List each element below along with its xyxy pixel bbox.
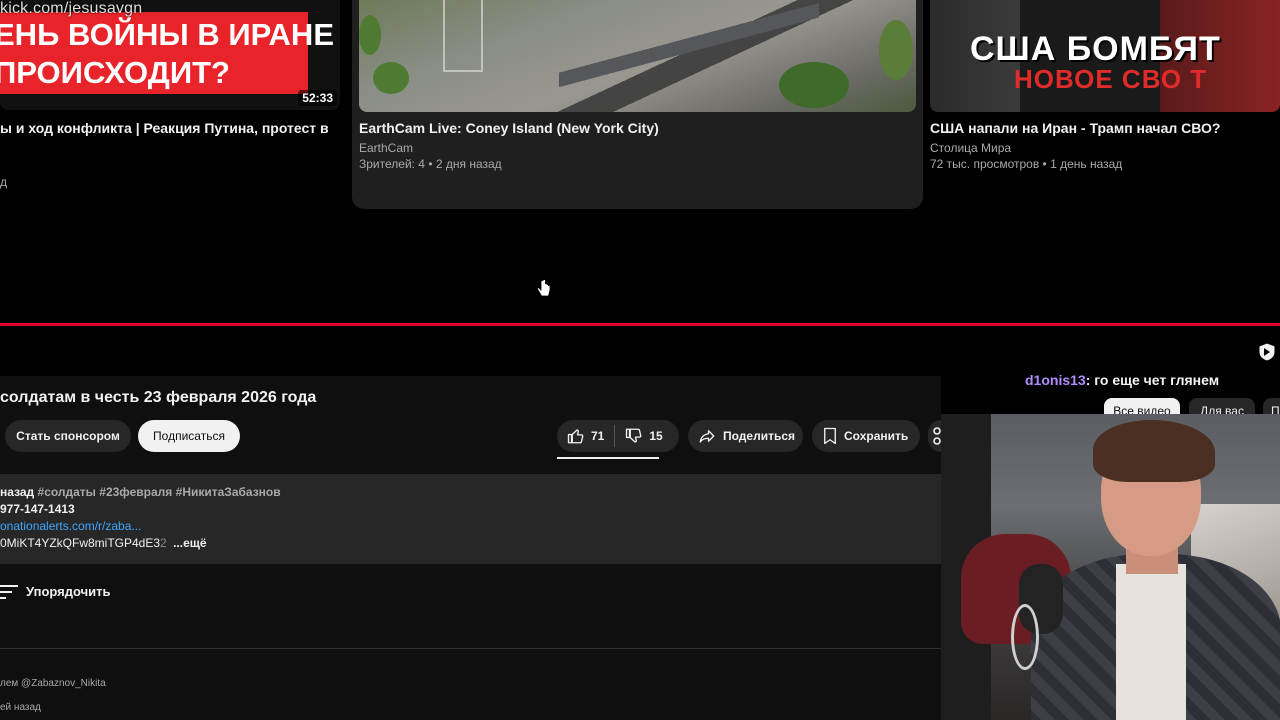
thumbnail-text: НОВОЕ СВО Т <box>1014 64 1208 94</box>
channel-name-3[interactable]: Столица Мира <box>930 141 1011 155</box>
shield-icon <box>1258 342 1276 362</box>
sort-icon <box>0 584 18 599</box>
video-title-1[interactable]: ы и ход конфликта | Реакция Путина, прот… <box>0 120 329 136</box>
video-duration-badge: 52:33 <box>298 90 337 106</box>
like-count: 71 <box>591 429 605 443</box>
hashtags[interactable]: #солдаты #23февраля #НикитаЗабазнов <box>38 485 281 499</box>
video-meta-2: Зрителей: 4 • 2 дня назад <box>359 157 502 171</box>
bookmark-icon <box>824 427 836 445</box>
ride-image <box>443 0 483 72</box>
hand-cursor-icon <box>537 280 551 297</box>
channel-name-2[interactable]: EarthCam <box>359 141 413 155</box>
section-divider <box>0 648 941 649</box>
video-thumbnail-1[interactable]: ЕНЬ ВОЙНЫ В ИРАНЕ ПРОИСХОДИТ? kick.com/j… <box>0 0 340 110</box>
save-button[interactable]: Сохранить <box>812 420 920 452</box>
save-label: Сохранить <box>844 429 909 443</box>
person-tshirt-image <box>1116 564 1186 720</box>
video-thumbnail-3[interactable]: США БОМБЯТ НОВОЕ СВО Т <box>930 0 1280 112</box>
road-image <box>559 0 819 112</box>
person-hair-image <box>1093 420 1215 482</box>
like-button[interactable]: 71 <box>567 427 604 445</box>
like-ratio-bar <box>557 457 659 459</box>
pinned-by-label: лем @Zabaznov_Nikita <box>0 678 106 689</box>
thumbs-up-icon <box>567 429 584 444</box>
video-meta-1: д <box>0 175 8 189</box>
description-fade: 2 <box>160 536 167 550</box>
video-title-2[interactable]: EarthCam Live: Coney Island (New York Ci… <box>359 120 659 136</box>
stream-watermark: kick.com/jesusavgn <box>0 0 143 17</box>
mic-arm-image <box>1011 604 1039 670</box>
video-title-3[interactable]: США напали на Иран - Трамп начал СВО? <box>930 120 1220 136</box>
subscribe-button[interactable]: Подписаться <box>138 420 240 452</box>
description-line-4: 0MiKT4YZkQFw8miTGP4dE32 ...ещё <box>0 536 207 550</box>
thumbs-down-icon <box>626 428 642 443</box>
description-line-1: назад #солдаты #23февраля #НикитаЗабазно… <box>0 485 281 499</box>
webcam-overlay <box>941 414 1280 720</box>
sponsor-label: Стать спонсором <box>16 429 120 443</box>
tree-image <box>779 62 849 108</box>
description-text: 0MiKT4YZkQFw8miTGP4dE3 <box>0 536 161 550</box>
more-actions-button[interactable] <box>928 420 941 452</box>
thumbnail-banner: ЕНЬ ВОЙНЫ В ИРАНЕ ПРОИСХОДИТ? <box>0 12 334 94</box>
chat-message: d1onis13: го еще чет глянем <box>1025 372 1219 388</box>
sponsor-button[interactable]: Стать спонсором <box>5 420 131 452</box>
divider <box>614 425 616 447</box>
description-line-2: 977-147-1413 <box>0 502 75 516</box>
subscribe-label: Подписаться <box>153 429 225 443</box>
sort-label: Упорядочить <box>26 584 111 599</box>
page-title: солдатам в честь 23 февраля 2026 года <box>0 389 317 406</box>
share-icon <box>699 430 715 443</box>
dislike-count: 15 <box>649 429 663 443</box>
comment-time: ей назад <box>0 702 41 713</box>
progress-bar[interactable] <box>0 323 1280 326</box>
sort-comments-button[interactable]: Упорядочить <box>0 584 111 599</box>
chat-username: d1onis13 <box>1025 372 1086 388</box>
tree-image <box>359 15 381 55</box>
video-thumbnail-2[interactable] <box>359 0 916 112</box>
tree-image <box>879 20 913 80</box>
scissors-icon <box>933 427 941 445</box>
chat-text: : го еще чет глянем <box>1085 372 1220 388</box>
show-more-button[interactable]: ...ещё <box>173 536 206 550</box>
like-dislike-group: 71 15 <box>557 420 679 452</box>
share-button[interactable]: Поделиться <box>688 420 803 452</box>
tree-image <box>373 62 409 94</box>
share-label: Поделиться <box>723 429 796 443</box>
upload-time: назад <box>0 485 35 499</box>
dislike-button[interactable]: 15 <box>625 427 663 445</box>
donation-link[interactable]: onationalerts.com/r/zaba... <box>0 519 141 533</box>
video-meta-3: 72 тыс. просмотров • 1 день назад <box>930 157 1123 171</box>
